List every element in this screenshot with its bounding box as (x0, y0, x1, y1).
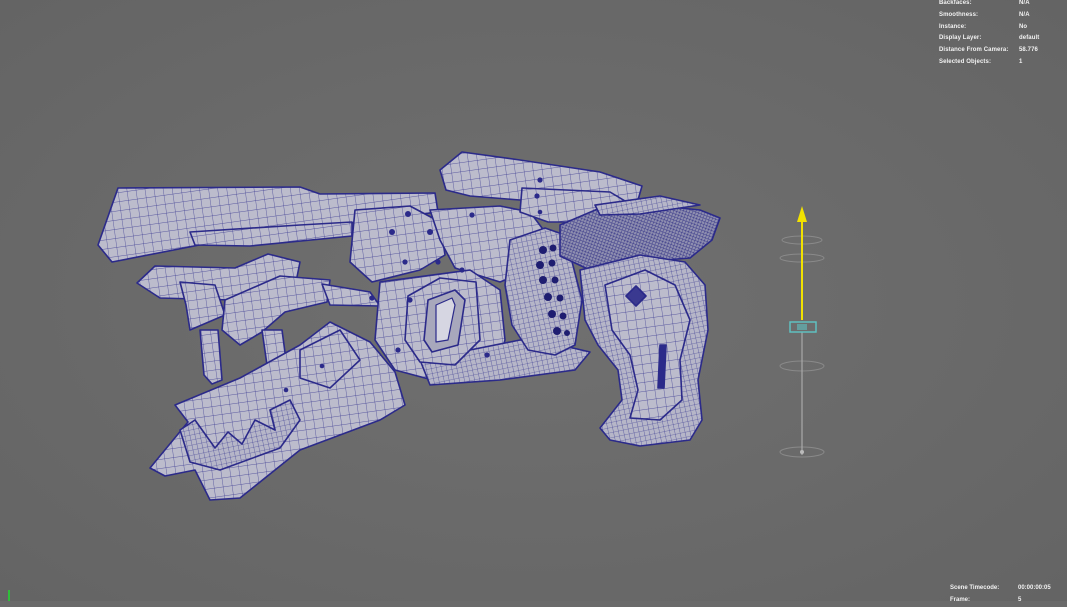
hud-value: 58.776 (1019, 47, 1038, 54)
hud-label: Scene Timecode: (950, 585, 1000, 591)
3d-viewport[interactable]: Backfaces: N/A Smoothness: N/A Instance:… (0, 0, 1067, 603)
hud-label: Smoothness: (939, 11, 979, 18)
hud-value: N/A (1019, 0, 1030, 6)
hud-label: Display Layer: (939, 35, 982, 42)
hud-value: N/A (1019, 11, 1030, 18)
hud-label: Selected Objects: (939, 58, 992, 65)
grip-slot (657, 344, 667, 389)
move-manipulator-icon[interactable] (770, 200, 840, 465)
fin-hang (199, 329, 223, 385)
hud-label: Backfaces: (939, 0, 972, 6)
hud-value: No (1019, 23, 1028, 30)
hud-label: Distance From Camera: (939, 47, 1009, 54)
hud-value: default (1019, 35, 1040, 42)
hud-value: 00:00:00:05 (1018, 585, 1051, 591)
gun-mesh[interactable] (0, 0, 1067, 601)
receiver-left (349, 205, 446, 283)
fin-connector (321, 283, 381, 307)
hud-value: 1 (1019, 58, 1023, 65)
hud-label: Instance: (939, 23, 967, 30)
world-axis-icon (8, 590, 10, 601)
